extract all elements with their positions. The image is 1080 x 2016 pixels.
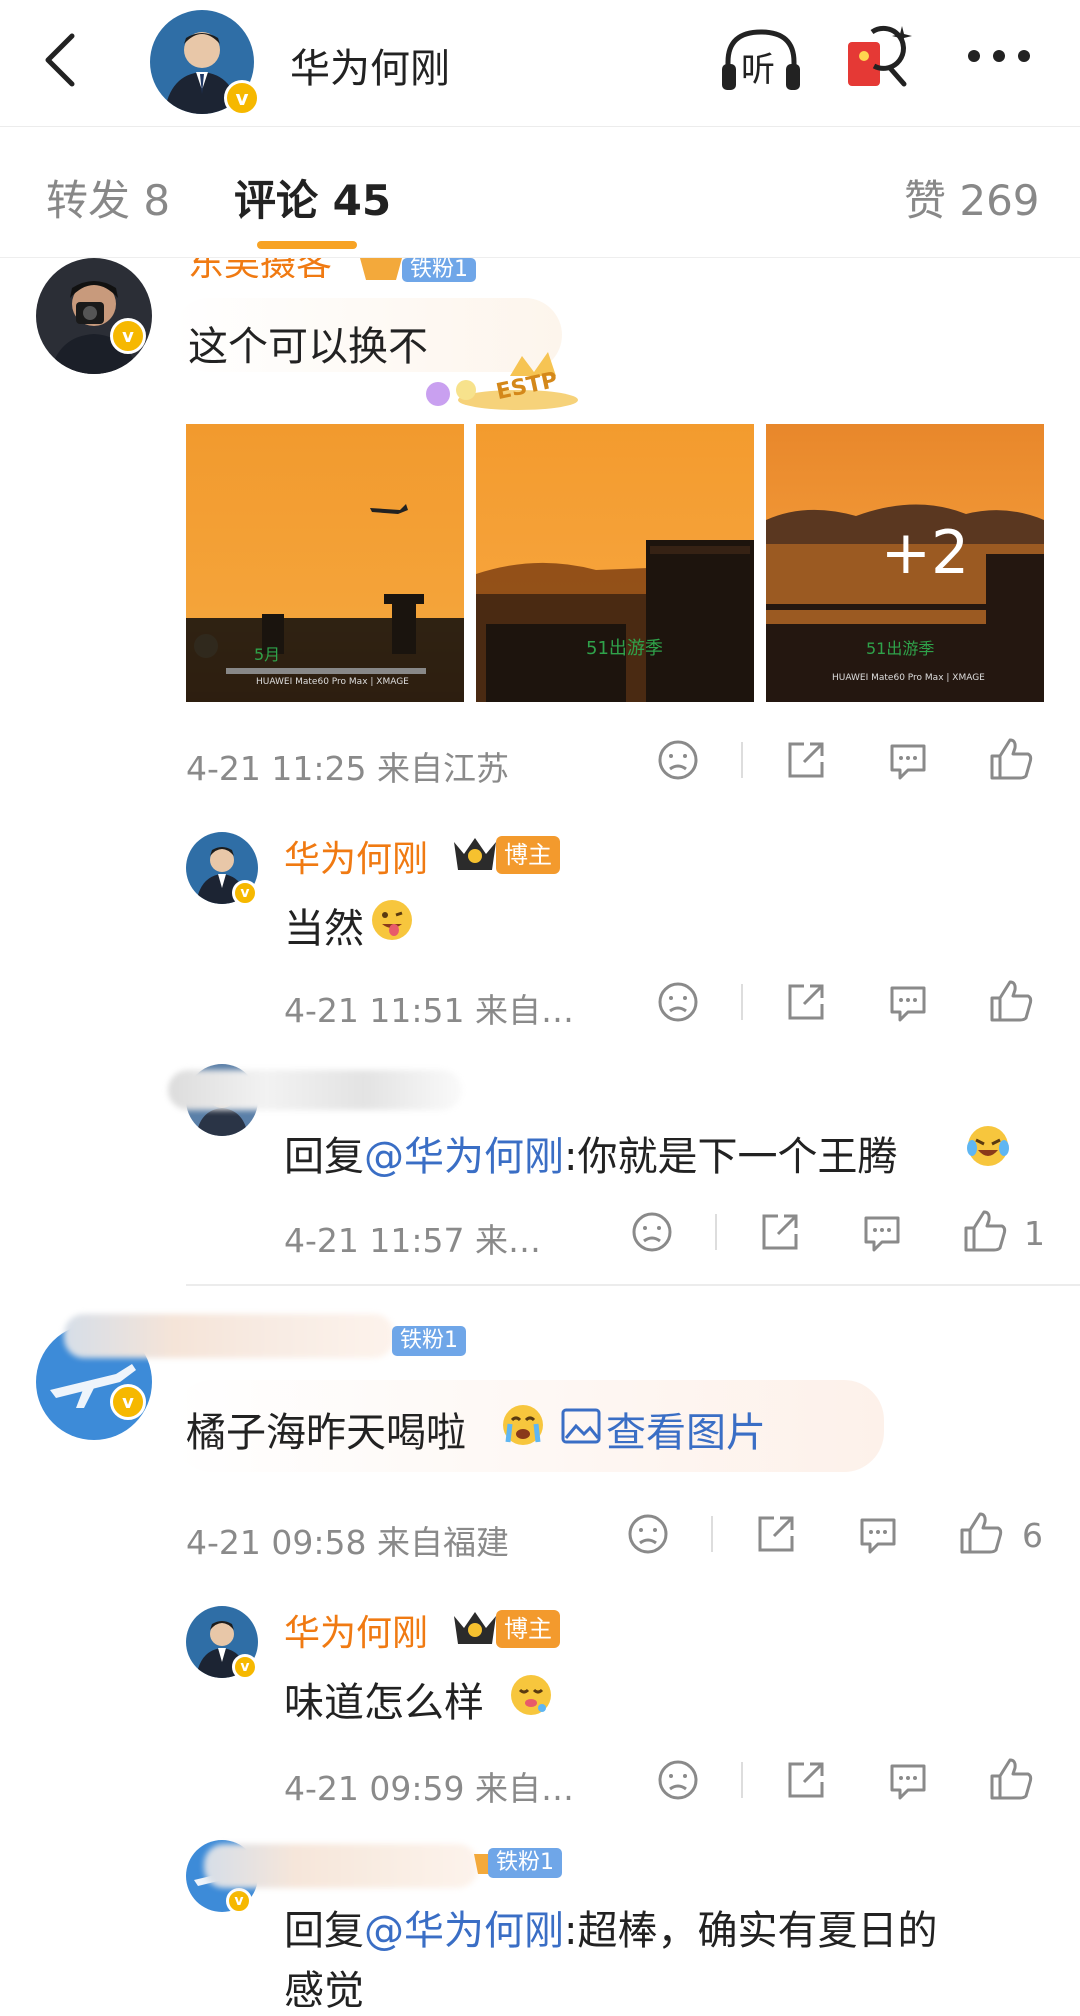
- tab-reposts[interactable]: 转发 8: [46, 167, 170, 228]
- fan-badge: 铁粉1: [392, 1326, 466, 1356]
- comment-image-1[interactable]: 5月 HUAWEI Mate60 Pro Max | XMAGE: [186, 424, 464, 702]
- like-icon[interactable]: [962, 1208, 1008, 1254]
- dislike-icon[interactable]: [656, 1758, 700, 1802]
- reply-icon[interactable]: [886, 980, 930, 1024]
- svg-text:51出游季: 51出游季: [586, 638, 663, 659]
- reply-prefix: 回复: [284, 1134, 364, 1180]
- dislike-icon[interactable]: [656, 738, 700, 782]
- share-icon[interactable]: [754, 1512, 798, 1556]
- reply-body: :你就是下一个王腾: [564, 1134, 898, 1180]
- commenter-name[interactable]: 东吴摄客: [188, 258, 348, 278]
- top-bar: v 华为何刚 听: [0, 0, 1080, 127]
- back-arrow-icon[interactable]: [36, 30, 86, 90]
- more-options-icon[interactable]: [966, 48, 1032, 64]
- crown-icon: [450, 1608, 500, 1648]
- svg-text:5月: 5月: [254, 645, 280, 664]
- more-images-count: +2: [880, 518, 970, 588]
- reply-author-name[interactable]: 华为何刚: [284, 830, 428, 882]
- comment-meta: 4-21 09:58 来自福建: [186, 1523, 509, 1562]
- page-title: 华为何刚: [290, 46, 450, 92]
- like-icon[interactable]: [988, 736, 1034, 782]
- host-badge: 博主: [496, 836, 560, 874]
- tab-bar: 转发 8 评论 45 赞 269: [0, 127, 1080, 258]
- fan-level-icon: [356, 258, 406, 284]
- reply-icon[interactable]: [886, 1758, 930, 1802]
- sticker-decoration-icon: ESTP: [410, 338, 580, 416]
- svg-text:HUAWEI Mate60 Pro Max | XMAGE: HUAWEI Mate60 Pro Max | XMAGE: [256, 677, 409, 687]
- reply-meta: 4-21 11:57 来…: [284, 1221, 541, 1260]
- fan-badge: 铁粉1: [488, 1848, 562, 1878]
- reply-icon[interactable]: [886, 738, 930, 782]
- reply-text: 回复@华为何刚:超棒，确实有夏日的: [284, 1898, 937, 1956]
- crown-icon: [450, 834, 500, 874]
- red-packet-search-icon[interactable]: [846, 22, 916, 96]
- redacted-name-blur: [168, 1070, 462, 1110]
- reply-icon[interactable]: [860, 1210, 904, 1254]
- comment-image-3[interactable]: 51出游季 HUAWEI Mate60 Pro Max | XMAGE +2: [766, 424, 1044, 702]
- comment-image-2[interactable]: 51出游季: [476, 424, 754, 702]
- reply-meta: 4-21 09:59 来自…: [284, 1769, 574, 1808]
- divider: [715, 1214, 717, 1250]
- comment-thread-1: v 东吴摄客 铁粉1 这个可以换不 ESTP 5月 HUAW: [0, 258, 1080, 1278]
- verified-badge-icon: v: [232, 1654, 258, 1680]
- verified-badge-icon: v: [226, 1888, 252, 1914]
- reply-prefix: 回复: [284, 1908, 364, 1954]
- mention-link[interactable]: @华为何刚: [364, 1908, 564, 1954]
- like-count: 1: [1024, 1214, 1045, 1253]
- divider: [741, 742, 743, 778]
- crying-emoji-icon: [500, 1402, 546, 1448]
- drooling-emoji-icon: [508, 1672, 554, 1718]
- share-icon[interactable]: [784, 738, 828, 782]
- divider: [741, 1762, 743, 1798]
- reply-text: 味道怎么样: [284, 1680, 484, 1726]
- commenter-avatar[interactable]: [36, 258, 152, 374]
- fan-badge: 铁粉1: [402, 258, 476, 282]
- view-image-link[interactable]: 查看图片: [606, 1400, 766, 1458]
- reply-text: 回复@华为何刚:你就是下一个王腾: [284, 1124, 897, 1182]
- share-icon[interactable]: [758, 1210, 802, 1254]
- like-count: 6: [1022, 1516, 1043, 1555]
- host-badge: 博主: [496, 1610, 560, 1648]
- reply-author-name[interactable]: 华为何刚: [284, 1604, 428, 1656]
- tongue-emoji-icon: [370, 898, 414, 942]
- comment-text: 橘子海昨天喝啦: [186, 1410, 466, 1456]
- reply-body: :超棒，确实有夏日的: [564, 1908, 938, 1954]
- share-icon[interactable]: [784, 980, 828, 1024]
- reply-meta: 4-21 11:51 来自…: [284, 991, 574, 1030]
- dislike-icon[interactable]: [630, 1210, 674, 1254]
- divider: [711, 1516, 713, 1552]
- divider: [741, 984, 743, 1020]
- mention-link[interactable]: @华为何刚: [364, 1134, 564, 1180]
- share-icon[interactable]: [784, 1758, 828, 1802]
- redacted-name-blur: [204, 1844, 478, 1888]
- listen-icon[interactable]: 听: [718, 26, 804, 96]
- thread-divider: [186, 1284, 1080, 1286]
- reply-text-continued: 感觉: [284, 1968, 364, 2014]
- tab-likes[interactable]: 赞 269: [904, 167, 1040, 228]
- verified-badge-icon: v: [110, 318, 146, 354]
- listen-label: 听: [741, 50, 775, 90]
- comment-text: 这个可以换不: [188, 324, 428, 370]
- like-icon[interactable]: [988, 978, 1034, 1024]
- reply-text: 当然: [284, 906, 364, 952]
- tab-comments[interactable]: 评论 45: [234, 167, 391, 228]
- like-icon[interactable]: [958, 1510, 1004, 1556]
- dislike-icon[interactable]: [656, 980, 700, 1024]
- reply-icon[interactable]: [856, 1512, 900, 1556]
- verified-badge-icon: v: [110, 1384, 146, 1420]
- comment-meta: 4-21 11:25 来自江苏: [186, 749, 509, 788]
- verified-badge-icon: v: [224, 80, 260, 116]
- comment-thread-2: v 铁粉1 橘子海昨天喝啦 查看图片 4-21 09:58 来自福建 6 v 华…: [0, 1314, 1080, 2016]
- like-icon[interactable]: [988, 1756, 1034, 1802]
- dislike-icon[interactable]: [626, 1512, 670, 1556]
- active-tab-indicator: [257, 241, 357, 249]
- redacted-name-blur: [64, 1314, 394, 1358]
- image-icon[interactable]: [560, 1406, 602, 1446]
- verified-badge-icon: v: [232, 880, 258, 906]
- laugh-cry-emoji-icon: [966, 1124, 1010, 1168]
